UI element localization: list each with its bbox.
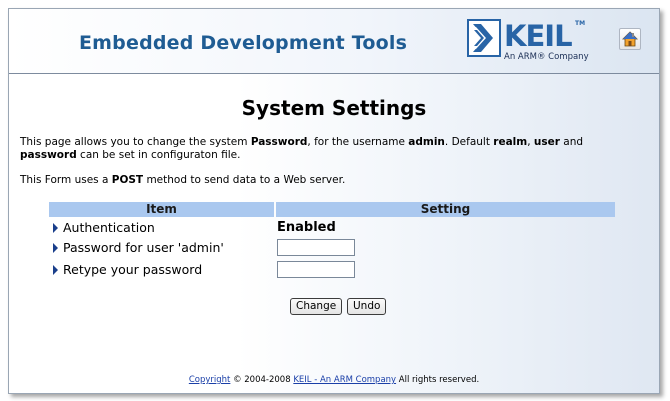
home-icon [622,31,638,47]
form-note-text: method to send data to a Web server. [143,174,346,186]
row-label-authentication: Authentication [53,220,155,235]
retype-password-input[interactable] [277,261,355,278]
bullet-arrow-icon [53,243,58,253]
company-link[interactable]: KEIL - An ARM Company [293,375,396,385]
footer-text: All rights reserved. [396,375,480,385]
row-label-password: Password for user 'admin' [53,240,224,255]
column-header-setting: Setting [276,202,615,217]
home-button[interactable] [619,28,641,50]
intro-bold: admin [408,136,445,148]
footer: Copyright © 2004-2008 KEIL - An ARM Comp… [9,375,659,385]
intro-text: and [559,136,584,148]
intro-paragraph: This page allows you to change the syste… [20,136,583,162]
change-button[interactable]: Change [290,298,343,315]
row-label-text: Authentication [63,220,155,235]
intro-bold: password [20,149,77,161]
password-input[interactable] [277,239,355,256]
form-note-text: This Form uses a [20,174,112,186]
undo-button[interactable]: Undo [347,298,387,315]
page-title: System Settings [241,96,427,120]
keil-logo-tm: TM [575,20,586,27]
keil-logo-text: KEIL [504,19,573,53]
bullet-arrow-icon [53,223,58,233]
row-label-text: Password for user 'admin' [63,240,224,255]
intro-text: This page allows you to change the syste… [20,136,251,148]
header-title: Embedded Development Tools [79,32,408,54]
keil-logo: KEIL TM An ARM® Company [467,19,597,65]
form-note: This Form uses a POST method to send dat… [20,174,345,187]
footer-text: © 2004-2008 [230,375,294,385]
intro-text: can be set in configuraton file. [76,149,241,161]
row-label-retype-password: Retype your password [53,262,202,277]
column-header-item: Item [49,202,274,217]
intro-text: , [527,136,534,148]
intro-text: , for the username [307,136,409,148]
form-note-bold: POST [111,174,144,186]
intro-bold: realm [493,136,528,148]
bullet-arrow-icon [53,265,58,275]
row-label-text: Retype your password [63,262,203,277]
keil-logo-mark [467,19,501,57]
intro-text: . Default [444,136,494,148]
intro-bold: Password [250,136,308,148]
copyright-link[interactable]: Copyright [189,375,231,385]
header-bar: Embedded Development Tools KEIL TM An AR… [9,9,659,74]
page-frame: Embedded Development Tools KEIL TM An AR… [8,8,660,394]
authentication-status: Enabled [277,220,336,235]
keil-logo-subtitle: An ARM® Company [504,52,589,62]
intro-bold: user [533,136,560,148]
